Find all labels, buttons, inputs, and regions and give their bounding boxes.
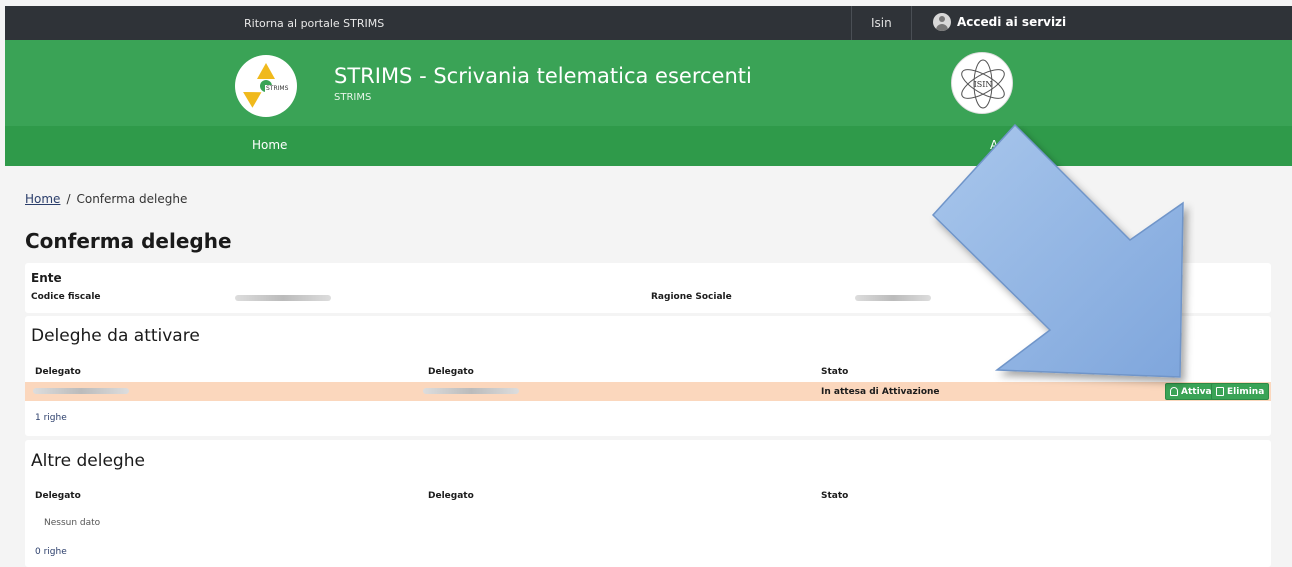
ragione-sociale-label: Ragione Sociale <box>651 292 732 302</box>
login-button[interactable]: Accedi ai servizi <box>933 13 1066 31</box>
isin-atom-icon: ISIN <box>961 59 1005 109</box>
breadcrumb-separator: / <box>66 192 71 206</box>
breadcrumb: Home / Conferma deleghe <box>25 192 187 206</box>
site-subtitle: STRIMS <box>334 92 372 103</box>
attiva-label: Attiva <box>1181 386 1212 397</box>
codice-fiscale-value <box>235 295 331 301</box>
altre-deleghe-card: Altre deleghe Delegato Delegato Stato Ne… <box>25 440 1271 567</box>
deleghe-attivare-card: Deleghe da attivare Delegato Delegato St… <box>25 316 1271 436</box>
main-nav: Home A <box>5 126 1292 166</box>
user-icon <box>933 13 951 31</box>
login-label: Accedi ai servizi <box>957 15 1067 29</box>
lock-icon <box>1170 387 1178 396</box>
row-count: 1 righe <box>35 413 67 423</box>
ente-card: Ente Codice fiscale Ragione Sociale <box>25 263 1271 313</box>
divider <box>851 6 852 40</box>
nav-item-right[interactable]: A <box>990 138 998 152</box>
nav-home[interactable]: Home <box>252 138 287 152</box>
portal-link[interactable]: Ritorna al portale STRIMS <box>244 17 384 30</box>
table-row[interactable]: In attesa di Attivazione Attiva Elimina <box>25 382 1271 401</box>
trash-icon <box>1216 387 1224 396</box>
column-header-stato: Stato <box>821 367 849 377</box>
deleghe-attivare-title: Deleghe da attivare <box>31 326 200 346</box>
stato-value: In attesa di Attivazione <box>821 387 940 397</box>
logo-label: STRIMS <box>265 85 290 92</box>
codice-fiscale-label: Codice fiscale <box>31 292 101 302</box>
column-header-delegato: Delegato <box>35 367 81 377</box>
delegato-value <box>33 388 129 394</box>
divider <box>911 6 912 40</box>
top-bar: Ritorna al portale STRIMS Isin Accedi ai… <box>5 6 1292 40</box>
ente-title: Ente <box>31 271 62 285</box>
strims-logo[interactable]: STRIMS <box>235 55 297 117</box>
column-header-delegato: Delegato <box>428 491 474 501</box>
site-title: STRIMS - Scrivania telematica esercenti <box>334 64 752 88</box>
logo-blade <box>238 84 262 108</box>
delegato-value <box>423 388 519 394</box>
logo-blade <box>257 63 275 79</box>
elimina-button[interactable]: Elimina <box>1211 383 1270 400</box>
row-count: 0 righe <box>35 547 67 557</box>
isin-logo-text: ISIN <box>974 80 993 89</box>
breadcrumb-home[interactable]: Home <box>25 192 60 206</box>
altre-deleghe-title: Altre deleghe <box>31 451 145 471</box>
ragione-sociale-value <box>855 295 931 301</box>
column-header-stato: Stato <box>821 491 849 501</box>
page-title: Conferma deleghe <box>25 229 232 253</box>
isin-link[interactable]: Isin <box>871 16 892 30</box>
isin-logo[interactable]: ISIN <box>951 52 1013 114</box>
site-header: STRIMS STRIMS - Scrivania telematica ese… <box>5 40 1292 126</box>
elimina-label: Elimina <box>1227 386 1265 397</box>
empty-message: Nessun dato <box>44 518 101 528</box>
column-header-delegato: Delegato <box>428 367 474 377</box>
attiva-button[interactable]: Attiva <box>1165 383 1217 400</box>
breadcrumb-current: Conferma deleghe <box>76 192 188 206</box>
column-header-delegato: Delegato <box>35 491 81 501</box>
